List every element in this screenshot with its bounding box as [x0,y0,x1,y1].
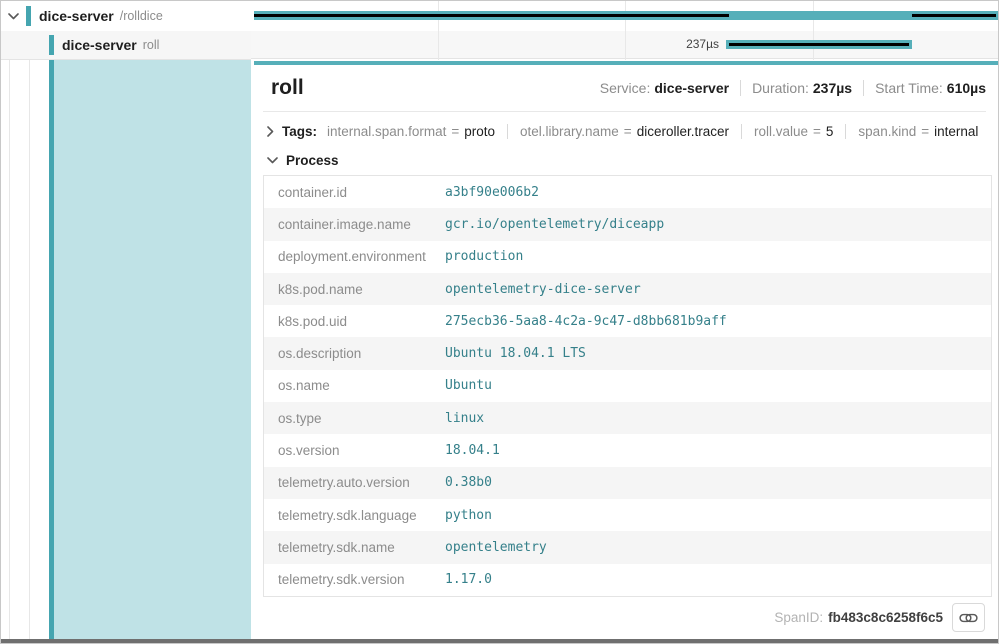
meta-start-time: Start Time:610µs [875,80,986,96]
process-header: Process [286,153,339,168]
process-value: 18.04.1 [445,443,500,458]
table-row: k8s.pod.nameopentelemetry-dice-server [264,273,991,305]
process-key-value-table: container.ida3bf90e006b2 container.image… [263,175,992,597]
process-key: container.image.name [264,217,445,232]
process-key: telemetry.sdk.language [264,508,445,523]
table-row: os.typelinux [264,402,991,434]
table-row: telemetry.sdk.nameopentelemetry [264,531,991,563]
timeline-gridline [625,1,626,60]
link-icon [959,612,978,624]
process-value: 0.38b0 [445,475,492,490]
span-bar-rolldice[interactable] [254,11,999,20]
chevron-down-icon[interactable] [8,13,19,20]
copy-link-button[interactable] [952,603,985,632]
chevron-right-icon [267,126,274,137]
span-row-rolldice[interactable]: dice-server /rolldice [1,1,251,31]
meta-duration: Duration:237µs [752,80,852,96]
process-value: opentelemetry [445,540,547,555]
timeline-gridline [438,1,439,60]
timeline: 237µs [251,1,999,60]
span-color-bar [26,6,31,26]
process-key: container.id [264,185,445,200]
process-value: a3bf90e006b2 [445,185,539,200]
tag-item: internal.span.format=proto [327,124,495,139]
span-bar-roll[interactable] [726,40,912,49]
span-meta: Service:dice-server Duration:237µs Start… [600,80,986,96]
process-key: telemetry.auto.version [264,475,445,490]
tag-item: span.kind=internal [845,124,978,139]
table-row: os.descriptionUbuntu 18.04.1 LTS [264,337,991,369]
table-row: container.image.namegcr.io/opentelemetry… [264,208,991,240]
spanid-value: fb483c8c6258f6c5 [828,610,943,625]
table-row: telemetry.sdk.languagepython [264,499,991,531]
table-row: os.nameUbuntu [264,370,991,402]
tag-item: roll.value=5 [741,124,833,139]
span-title: roll [271,76,304,100]
process-value: gcr.io/opentelemetry/diceapp [445,217,664,232]
process-key: deployment.environment [264,249,445,264]
span-detail-panel: roll Service:dice-server Duration:237µs … [254,61,999,638]
tree-gridline [29,1,30,639]
process-accordion[interactable]: Process [254,139,999,168]
process-key: os.type [264,411,445,426]
process-key: os.version [264,443,445,458]
process-key: telemetry.sdk.name [264,540,445,555]
span-color-bar [49,35,54,55]
self-duration-overlay [729,43,909,46]
bottom-scroll-edge [1,639,998,643]
operation-name: roll [143,38,160,52]
table-row: container.ida3bf90e006b2 [264,176,991,208]
tags-header: Tags: [282,124,317,139]
process-value: production [445,249,523,264]
span-row-roll[interactable]: dice-server roll [1,31,251,60]
table-row: telemetry.auto.version0.38b0 [264,467,991,499]
span-tree: dice-server /rolldice dice-server roll [1,1,251,639]
tag-item: otel.library.name=diceroller.tracer [507,124,729,139]
chevron-down-icon [267,157,278,164]
table-row: deployment.environmentproduction [264,241,991,273]
process-value: opentelemetry-dice-server [445,282,641,297]
span-detail-header: roll Service:dice-server Duration:237µs … [263,65,986,112]
service-name: dice-server [39,8,114,24]
trace-detail-view: dice-server /rolldice dice-server roll 2… [0,0,999,644]
meta-service: Service:dice-server [600,80,729,96]
table-row: telemetry.sdk.version1.17.0 [264,564,991,596]
process-value: python [445,508,492,523]
process-value: Ubuntu 18.04.1 LTS [445,346,586,361]
service-name: dice-server [62,37,137,53]
process-value: 1.17.0 [445,572,492,587]
span-duration-label: 237µs [686,38,719,51]
spanid-label: SpanID: [774,610,823,625]
child-duration-overlay [254,14,729,17]
process-value: Ubuntu [445,378,492,393]
table-row: os.version18.04.1 [264,434,991,466]
process-key: os.description [264,346,445,361]
process-value: linux [445,411,484,426]
span-detail-footer: SpanID: fb483c8c6258f6c5 [254,597,999,638]
process-key: telemetry.sdk.version [264,572,445,587]
meta-separator [740,80,741,96]
process-key: os.name [264,378,445,393]
operation-name: /rolldice [120,9,163,23]
selected-span-highlight [49,60,251,639]
process-key: k8s.pod.name [264,282,445,297]
table-row: k8s.pod.uid275ecb36-5aa8-4c2a-9c47-d8bb6… [264,305,991,337]
tags-accordion[interactable]: Tags: internal.span.format=proto otel.li… [254,112,999,139]
process-key: k8s.pod.uid [264,314,445,329]
process-value: 275ecb36-5aa8-4c2a-9c47-d8bb681b9aff [445,314,727,329]
meta-separator [863,80,864,96]
tree-gridline [9,1,10,639]
timeline-gridline [813,1,814,60]
child-duration-overlay [912,14,996,17]
